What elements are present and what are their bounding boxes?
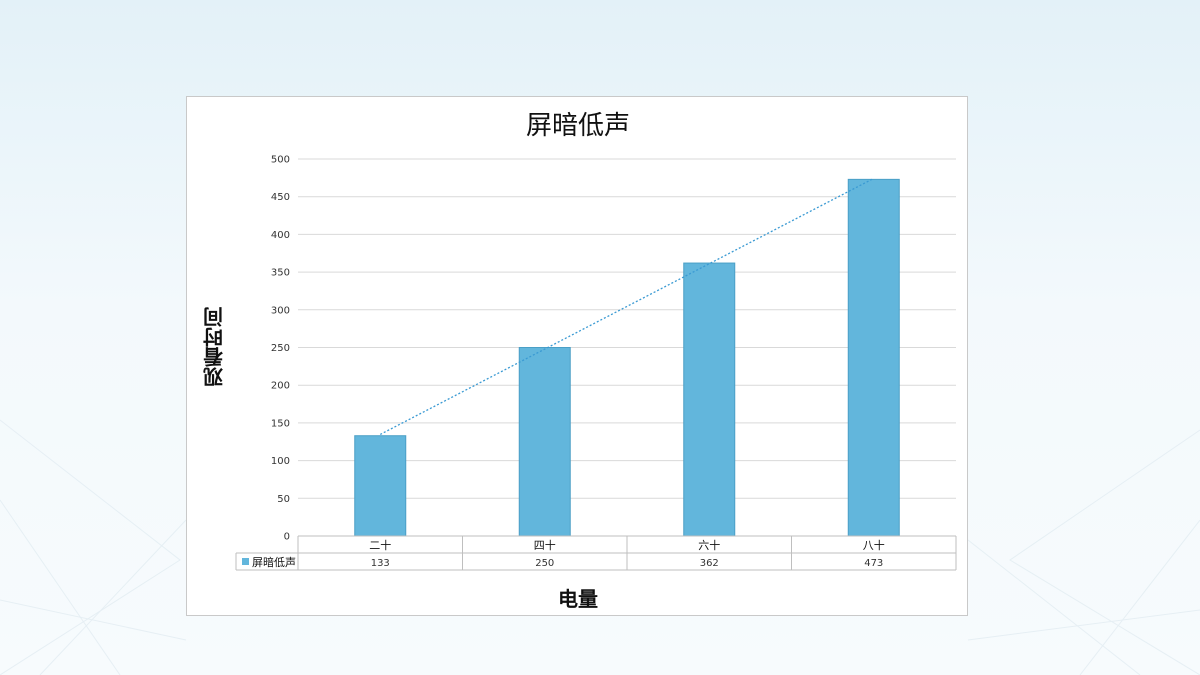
y-tick-label: 300 [271,305,290,316]
x-category-label: 二十 [369,538,391,552]
y-tick-label: 150 [271,418,290,429]
bar [354,435,407,537]
bar [518,347,571,537]
y-tick-label: 200 [271,381,290,392]
x-category-label: 八十 [863,538,885,552]
x-category-label: 六十 [698,538,720,552]
x-axis-title: 电量 [558,587,598,611]
trendline [379,177,875,436]
x-category-label: 四十 [534,538,556,552]
table-value: 362 [700,558,719,569]
y-tick-label: 50 [277,494,290,505]
y-tick-label: 400 [271,230,290,241]
chart-plot: 0 50 100 150 200 250 300 350 400 450 500 二十 133 四十 250… [235,155,957,571]
bar [847,178,900,537]
y-tick-label: 250 [271,343,290,354]
y-tick-label: 350 [271,268,290,279]
legend-swatch [242,558,249,565]
y-tick-label: 0 [284,532,290,543]
bar [683,262,736,537]
y-tick-label: 450 [271,192,290,203]
legend-label: 屏暗低声 [252,555,296,569]
table-value: 250 [535,558,554,569]
table-value: 473 [864,558,883,569]
y-tick-label: 100 [271,456,290,467]
y-tick-label: 500 [271,155,290,166]
chart-card: 屏暗低声 观看时间 0 50 100 150 200 250 300 350 400 450 500… [186,96,968,616]
table-value: 133 [371,558,390,569]
